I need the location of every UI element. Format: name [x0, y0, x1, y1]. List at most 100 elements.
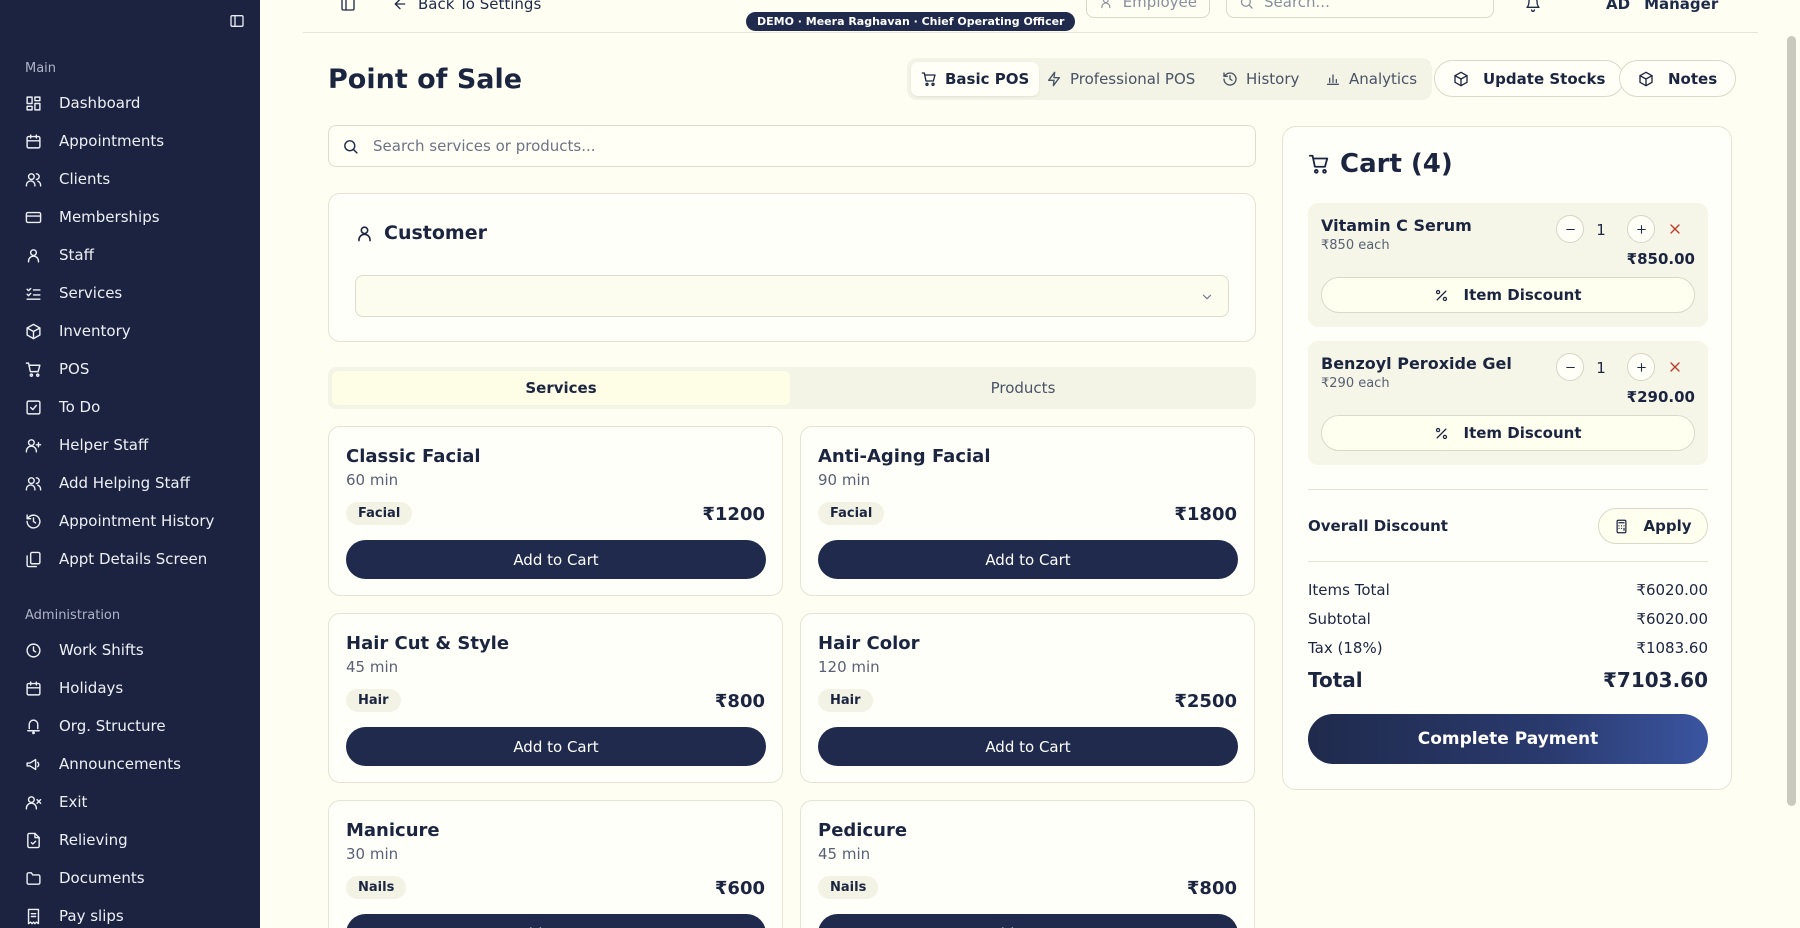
service-name: Hair Cut & Style	[346, 633, 510, 654]
sidebar-item-announcements[interactable]: Announcements	[25, 750, 245, 778]
sidebar-item-label: Appointments	[59, 132, 165, 150]
add-to-cart-button[interactable]: Add to Cart	[346, 914, 766, 928]
calendar-icon	[26, 680, 41, 696]
sidebar-item-label: Exit	[59, 793, 88, 811]
decrease-qty-button[interactable]	[1556, 353, 1584, 381]
catalog-tabs: Services Products	[328, 367, 1256, 409]
customer-heading: Customer	[355, 222, 487, 244]
sidebar-item-pay-slips[interactable]: Pay slips	[25, 902, 245, 928]
percent-icon	[1436, 427, 1448, 439]
add-to-cart-button[interactable]: Add to Cart	[818, 914, 1238, 928]
user-icon	[358, 225, 371, 241]
total-value: ₹7103.60	[1602, 668, 1708, 692]
item-discount-button[interactable]: Item Discount	[1321, 277, 1695, 313]
sidebar-item-documents[interactable]: Documents	[25, 864, 245, 892]
sidebar-item-appointments[interactable]: Appointments	[25, 127, 245, 155]
sidebar-item-clients[interactable]: Clients	[25, 165, 245, 193]
service-card: Hair Color 120 min Hair ₹2500 Add to Car…	[800, 613, 1255, 783]
cart-panel: Cart (4) Vitamin C Serum ₹850 each 1 ₹85…	[1282, 126, 1732, 790]
back-to-settings-link[interactable]: Back To Settings	[392, 0, 541, 18]
total-row: Total ₹7103.60	[1308, 668, 1708, 692]
complete-payment-button[interactable]: Complete Payment	[1308, 714, 1708, 764]
service-duration: 30 min	[346, 845, 399, 863]
add-to-cart-button[interactable]: Add to Cart	[346, 540, 766, 579]
service-category-badge: Nails	[818, 876, 879, 899]
tab-label: Basic POS	[945, 70, 1030, 88]
history-icon	[26, 513, 41, 529]
remove-item-icon[interactable]	[1667, 359, 1683, 375]
box-icon	[26, 323, 41, 339]
sidebar-item-relieving[interactable]: Relieving	[25, 826, 245, 854]
increase-qty-button[interactable]	[1627, 353, 1655, 381]
tab-label: Professional POS	[1070, 70, 1196, 88]
remove-item-icon[interactable]	[1667, 221, 1683, 237]
item-discount-button[interactable]: Item Discount	[1321, 415, 1695, 451]
file-copy-icon	[26, 551, 41, 567]
clock-icon	[26, 642, 41, 658]
service-price: ₹800	[1186, 878, 1237, 899]
update-stocks-button[interactable]: Update Stocks	[1434, 60, 1625, 97]
apply-discount-button[interactable]: Apply	[1598, 508, 1708, 544]
global-search[interactable]: Search...	[1226, 0, 1494, 18]
sidebar-item-memberships[interactable]: Memberships	[25, 203, 245, 231]
tab-analytics[interactable]: Analytics	[1315, 62, 1427, 96]
user-menu[interactable]: AD Manager	[1606, 0, 1718, 18]
service-duration: 45 min	[346, 658, 399, 676]
increase-qty-button[interactable]	[1627, 215, 1655, 243]
employee-switch[interactable]: Employee	[1086, 0, 1210, 18]
add-to-cart-button[interactable]: Add to Cart	[818, 727, 1238, 766]
items-total-label: Items Total	[1308, 581, 1390, 599]
cart-heading: Cart (4)	[1308, 149, 1453, 179]
add-to-cart-button[interactable]: Add to Cart	[346, 727, 766, 766]
sidebar-item-dashboard[interactable]: Dashboard	[25, 89, 245, 117]
sidebar-item-appt-details[interactable]: Appt Details Screen	[25, 545, 245, 573]
sidebar-item-label: Appointment History	[59, 512, 215, 530]
sidebar-item-inventory[interactable]: Inventory	[25, 317, 245, 345]
product-search	[328, 125, 1256, 167]
tab-professional-pos[interactable]: Professional POS	[1036, 62, 1205, 96]
tab-products[interactable]: Products	[794, 371, 1252, 405]
notes-button[interactable]: Notes	[1619, 60, 1737, 97]
tax-value: ₹1083.60	[1636, 639, 1708, 657]
customer-select[interactable]	[355, 275, 1229, 317]
sidebar-item-org-structure[interactable]: Org. Structure	[25, 712, 245, 740]
bell-icon[interactable]	[1525, 0, 1541, 18]
cart-icon	[25, 361, 41, 377]
items-total-value: ₹6020.00	[1636, 581, 1708, 599]
page-scrollbar[interactable]	[1782, 0, 1800, 928]
service-category-badge: Facial	[346, 502, 413, 525]
dashboard-icon	[26, 95, 41, 111]
sidebar-item-label: Work Shifts	[59, 641, 144, 659]
employee-label: Employee	[1122, 0, 1197, 11]
sidebar-item-todo[interactable]: To Do	[25, 393, 245, 421]
user-x-icon	[25, 795, 42, 810]
sidebar-item-holidays[interactable]: Holidays	[25, 674, 245, 702]
cart-item-name: Vitamin C Serum	[1321, 216, 1472, 235]
decrease-qty-button[interactable]	[1556, 215, 1584, 243]
add-to-cart-button[interactable]: Add to Cart	[818, 540, 1238, 579]
tab-services[interactable]: Services	[332, 371, 790, 405]
sidebar-item-staff[interactable]: Staff	[25, 241, 245, 269]
scrollbar-thumb[interactable]	[1787, 36, 1796, 806]
tab-basic-pos[interactable]: Basic POS	[911, 62, 1040, 96]
list-check-icon	[26, 287, 41, 300]
subtotal-label: Subtotal	[1308, 610, 1371, 628]
folder-icon	[26, 871, 41, 885]
user-role: Manager	[1644, 0, 1719, 13]
sidebar-item-add-helping-staff[interactable]: Add Helping Staff	[25, 469, 245, 497]
cart-item-qty: 1	[1596, 359, 1606, 377]
service-duration: 90 min	[818, 471, 871, 489]
total-label: Total	[1308, 668, 1363, 692]
sidebar-item-work-shifts[interactable]: Work Shifts	[25, 636, 245, 664]
tab-label: History	[1246, 70, 1300, 88]
sidebar-toggle-icon[interactable]	[228, 13, 246, 29]
sidebar-item-appointment-history[interactable]: Appointment History	[25, 507, 245, 535]
sidebar-item-exit[interactable]: Exit	[25, 788, 245, 816]
sidebar-item-pos[interactable]: POS	[25, 355, 245, 383]
sidebar-item-helper-staff[interactable]: Helper Staff	[25, 431, 245, 459]
layout-toggle-icon[interactable]	[340, 0, 356, 18]
search-input[interactable]	[373, 137, 1223, 155]
tab-history[interactable]: History	[1212, 62, 1309, 96]
sidebar-item-services[interactable]: Services	[25, 279, 245, 307]
customer-card: Customer	[328, 193, 1256, 342]
